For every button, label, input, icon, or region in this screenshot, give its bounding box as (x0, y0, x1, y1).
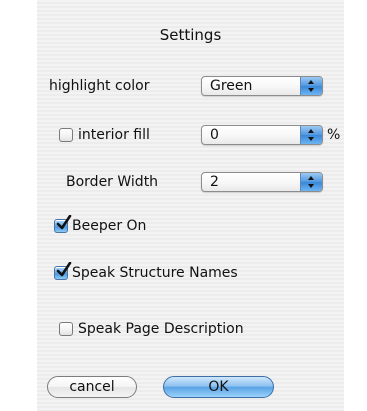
highlight-color-value: Green (210, 78, 253, 94)
checkmark-icon (56, 262, 72, 277)
speak-structure-names-label: Speak Structure Names (72, 265, 238, 281)
border-width-label: Border Width (66, 174, 159, 190)
checkmark-icon (56, 215, 72, 230)
highlight-color-popup[interactable]: Green (201, 76, 323, 96)
up-down-arrows-icon (300, 126, 322, 144)
interior-fill-popup[interactable]: 0 (201, 125, 323, 145)
ok-button[interactable]: OK (163, 376, 274, 398)
speak-page-description-label: Speak Page Description (78, 321, 244, 337)
border-width-popup[interactable]: 2 (201, 172, 323, 192)
up-down-arrows-icon (300, 77, 322, 95)
beeper-on-checkbox[interactable] (54, 215, 72, 233)
speak-structure-names-checkbox[interactable] (54, 262, 72, 280)
beeper-on-label: Beeper On (72, 218, 147, 234)
interior-fill-value: 0 (210, 127, 219, 143)
interior-fill-checkbox[interactable] (59, 128, 73, 142)
cancel-button[interactable]: cancel (47, 376, 137, 398)
settings-dialog: Settings highlight color Green interior … (37, 0, 344, 411)
interior-fill-unit: % (327, 127, 341, 143)
up-down-arrows-icon (300, 173, 322, 191)
border-width-value: 2 (210, 174, 219, 190)
speak-page-description-checkbox[interactable] (59, 322, 73, 336)
dialog-title: Settings (159, 26, 222, 44)
interior-fill-label: interior fill (78, 127, 150, 143)
highlight-color-label: highlight color (49, 78, 150, 94)
